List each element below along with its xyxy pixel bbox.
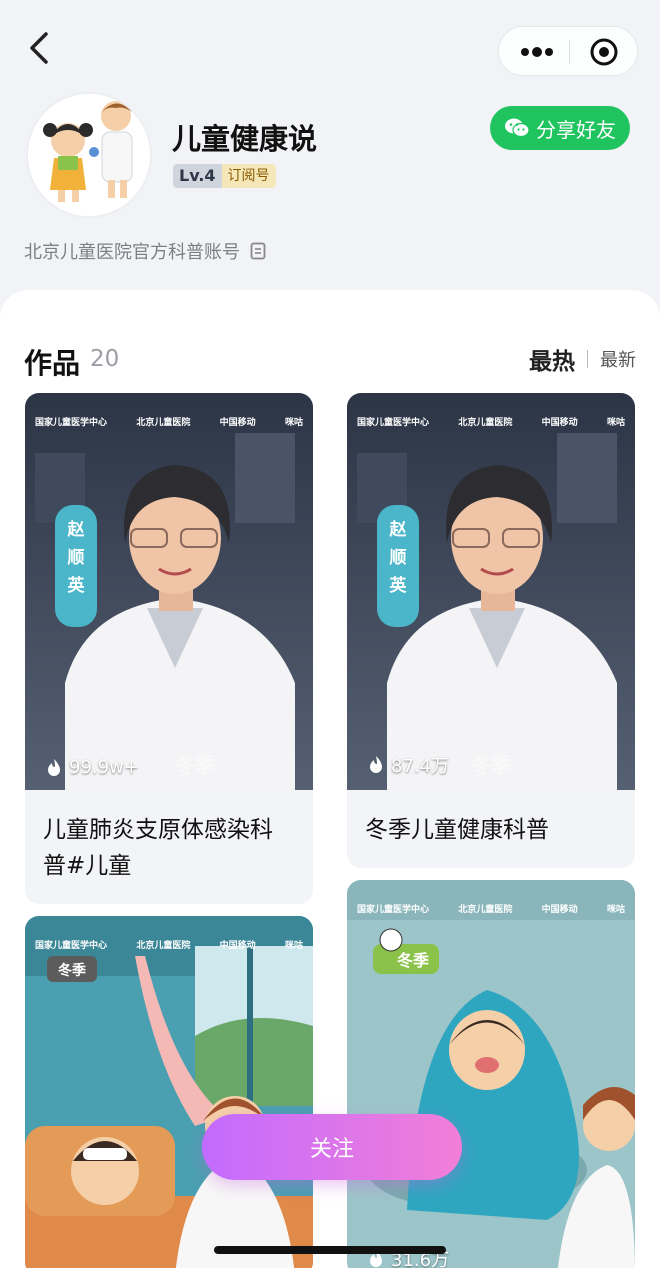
logo-national-center: 国家儿童医学中心 (357, 904, 430, 915)
video-card[interactable]: 冬季 国家儿童医学中心 北京儿童医院 中国移动 咪咕 31.6万 (347, 880, 635, 1268)
sort-new-tab[interactable]: 最新 (600, 346, 636, 372)
logo-hospital: 北京儿童医院 (458, 417, 513, 428)
video-caption: 冬季儿童健康科普 (365, 817, 549, 843)
mini-program-capsule (498, 26, 638, 76)
document-icon (250, 242, 266, 260)
svg-text:冬季: 冬季 (471, 753, 511, 777)
doctor-video-thumbnail: 赵 顺 英 冬季 (347, 393, 635, 790)
view-count-text: 99.9w+ (69, 757, 139, 778)
logo-hospital: 北京儿童医院 (136, 940, 191, 951)
svg-text:冬季: 冬季 (175, 753, 215, 777)
share-label: 分享好友 (536, 117, 616, 142)
more-dots-icon (521, 47, 553, 57)
logo-migu: 咪咕 (606, 904, 625, 915)
logo-migu: 咪咕 (284, 417, 303, 428)
svg-text:顺: 顺 (68, 548, 85, 568)
target-circle-icon (590, 38, 618, 66)
partner-logos: 国家儿童医学中心 北京儿童医院 中国移动 咪咕 (347, 393, 635, 449)
account-name: 儿童健康说 (172, 122, 318, 156)
cartoon-doctor-child-avatar (28, 94, 150, 216)
sort-hot-tab[interactable]: 最热 (529, 342, 575, 376)
cartoon-cold-child-thumbnail: 冬季 (347, 880, 635, 1268)
winter-badge: 冬季 (397, 951, 430, 970)
video-card[interactable]: 赵 顺 英 冬季 国家儿童医学中心 北京儿童医院 中国移动 咪咕 87.4万 冬… (347, 393, 635, 868)
flame-icon (48, 758, 60, 776)
logo-national-center: 国家儿童医学中心 (357, 417, 430, 428)
view-count-text: 87.4万 (391, 756, 450, 777)
video-thumbnail: 冬季 国家儿童医学中心 北京儿童医院 中国移动 咪咕 31.6万 (347, 880, 635, 1268)
logo-china-mobile: 中国移动 (541, 904, 578, 915)
svg-text:英: 英 (390, 575, 408, 596)
view-count: 99.9w+ (45, 757, 139, 778)
description-text: 北京儿童医院官方科普账号 (24, 242, 240, 263)
video-thumbnail: 赵 顺 英 冬季 国家儿童医学中心 北京儿童医院 中国移动 咪咕 99.9w+ (25, 393, 313, 790)
more-button[interactable] (517, 39, 557, 65)
account-type-label: 订阅号 (221, 164, 276, 188)
follow-button[interactable]: 关注 (202, 1114, 462, 1180)
logo-hospital: 北京儿童医院 (136, 417, 191, 428)
chevron-left-icon (30, 32, 48, 64)
svg-text:赵: 赵 (389, 519, 408, 540)
video-caption: 儿童肺炎支原体感染科普#儿童 (43, 817, 273, 879)
view-count: 87.4万 (367, 752, 449, 778)
video-card[interactable]: 冬季 国家儿童医学中心 北京儿童医院 中国移动 咪咕 (25, 916, 313, 1268)
video-thumbnail: 冬季 国家儿童医学中心 北京儿童医院 中国移动 咪咕 (25, 916, 313, 1268)
avatar[interactable] (26, 92, 152, 218)
partner-logos: 国家儿童医学中心 北京儿童医院 中国移动 咪咕 (347, 880, 635, 936)
close-button[interactable] (589, 37, 619, 67)
svg-text:英: 英 (68, 575, 86, 596)
logo-hospital: 北京儿童医院 (458, 904, 513, 915)
works-count: 20 (90, 346, 120, 372)
back-button[interactable] (24, 28, 60, 68)
account-description[interactable]: 北京儿童医院官方科普账号 (24, 238, 266, 264)
level-badge: Lv.4 订阅号 (173, 164, 276, 188)
doctor-video-thumbnail: 赵 顺 英 冬季 (25, 393, 313, 790)
wechat-icon (505, 118, 530, 138)
svg-text:赵: 赵 (67, 519, 86, 540)
logo-national-center: 国家儿童医学中心 (35, 417, 108, 428)
partner-logos: 国家儿童医学中心 北京儿童医院 中国移动 咪咕 (25, 393, 313, 449)
home-indicator[interactable] (214, 1246, 446, 1254)
video-card[interactable]: 赵 顺 英 冬季 国家儿童医学中心 北京儿童医院 中国移动 咪咕 99.9w+ … (25, 393, 313, 904)
logo-migu: 咪咕 (284, 940, 303, 951)
flame-icon (370, 756, 382, 773)
capsule-divider (569, 40, 570, 64)
logo-china-mobile: 中国移动 (541, 417, 578, 428)
logo-national-center: 国家儿童医学中心 (35, 940, 108, 951)
logo-china-mobile: 中国移动 (219, 940, 256, 951)
logo-migu: 咪咕 (606, 417, 625, 428)
logo-china-mobile: 中国移动 (219, 417, 256, 428)
follow-label: 关注 (309, 1137, 354, 1162)
svg-text:顺: 顺 (390, 548, 407, 568)
video-thumbnail: 赵 顺 英 冬季 国家儿童医学中心 北京儿童医院 中国移动 咪咕 87.4万 (347, 393, 635, 790)
sort-control: 最热 最新 (529, 342, 636, 376)
sort-divider (587, 350, 588, 368)
partner-logos: 国家儿童医学中心 北京儿童医院 中国移动 咪咕 (25, 916, 313, 972)
share-button[interactable]: 分享好友 (490, 106, 630, 150)
works-title: 作品 (24, 347, 81, 380)
level-label: Lv.4 (173, 164, 222, 188)
